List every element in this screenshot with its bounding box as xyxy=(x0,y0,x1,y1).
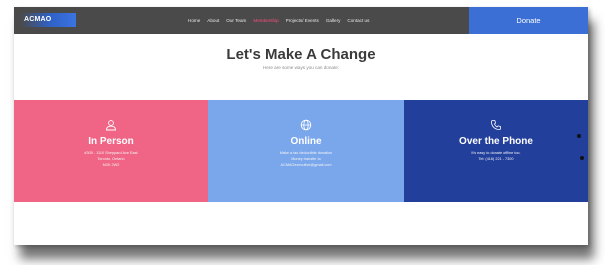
nav-item-about[interactable]: About xyxy=(207,18,219,23)
nav-menu: Home About Our Team Membership Projects/… xyxy=(188,7,369,34)
panel-line: Money transfer to xyxy=(291,157,321,161)
page-title: Let's Make A Change xyxy=(226,46,376,63)
nav-item-contact-us[interactable]: Contact us xyxy=(347,18,369,23)
panel-in-person: In Person #305 - 1110 Sheppard Ave East … xyxy=(14,100,208,202)
donation-options: In Person #305 - 1110 Sheppard Ave East … xyxy=(14,100,588,202)
panel-title: In Person xyxy=(88,136,134,147)
page: ACMAO Home About Our Team Membership Pro… xyxy=(14,7,588,245)
nav-item-membership[interactable]: Membership xyxy=(253,18,278,23)
donate-button[interactable]: Donate xyxy=(469,7,588,34)
panel-online: Online Make a tax deductible donation Mo… xyxy=(208,100,404,202)
top-nav: ACMAO Home About Our Team Membership Pro… xyxy=(14,7,588,34)
side-nav-dot[interactable] xyxy=(577,134,581,138)
panel-line: Make a tax deductible donation xyxy=(279,151,333,155)
panel-title: Over the Phone xyxy=(459,136,533,147)
panel-title: Online xyxy=(290,136,322,147)
nav-item-our-team[interactable]: Our Team xyxy=(226,18,246,23)
panel-line: Toronto, Ontario xyxy=(97,157,125,161)
nav-item-gallery[interactable]: Gallery xyxy=(326,18,341,23)
page-subtitle: Here are some ways you can donate: xyxy=(262,65,340,70)
phone-icon xyxy=(490,120,501,131)
person-icon xyxy=(106,120,116,131)
nav-item-projects-events[interactable]: Projects/ Events xyxy=(286,18,319,23)
donation-email[interactable]: ACMAOexecutive@gmail.com xyxy=(208,163,404,167)
panel-over-the-phone: Over the Phone It's easy to donate offli… xyxy=(404,100,588,202)
site-logo[interactable]: ACMAO xyxy=(20,13,76,27)
side-nav-dot[interactable] xyxy=(580,156,584,160)
panel-line: M2K 2W2 xyxy=(102,163,120,167)
panel-line: #305 - 1110 Sheppard Ave East xyxy=(84,151,138,155)
phone-number[interactable]: Tel: (416) 221 - 7300 xyxy=(404,157,588,161)
globe-icon xyxy=(300,119,312,131)
panel-line: It's easy to donate offline too. xyxy=(471,151,521,155)
nav-item-home[interactable]: Home xyxy=(188,18,200,23)
